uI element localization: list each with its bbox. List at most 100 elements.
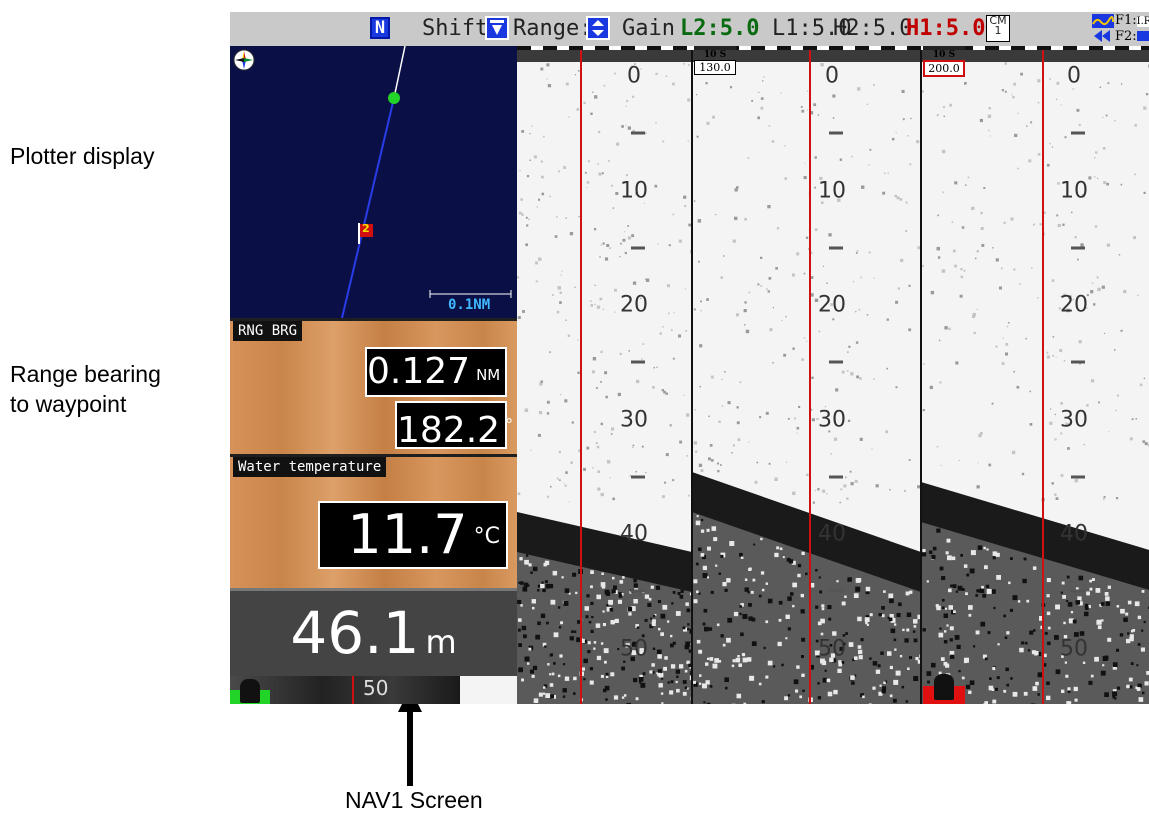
- depth-scale-tick: [631, 360, 645, 364]
- time-tag-interval: 10 S: [923, 46, 965, 60]
- plotter-map: [341, 46, 512, 318]
- depth-scale-tick: [1071, 360, 1085, 364]
- transducer-icon: [240, 679, 260, 703]
- range-bearing-panel: RNG BRG 0.127 NM 182.2 °: [230, 318, 517, 454]
- f2-key-icon: [1136, 31, 1149, 41]
- range-readout: 0.127 NM: [365, 347, 507, 397]
- echogram-image-3: [921, 46, 1149, 704]
- depth-unit: m: [425, 623, 457, 661]
- depth-scale-tick: [1071, 589, 1085, 593]
- range-line-3: [1042, 46, 1044, 704]
- waypoint-number: 2: [362, 222, 370, 235]
- arrow-shaft: [407, 706, 413, 786]
- depth-scale-label: 20: [620, 292, 648, 318]
- depth-scale-label: 10: [620, 178, 648, 203]
- f1-key-label: F1:: [1115, 13, 1137, 28]
- depth-scale-tick: [1071, 131, 1085, 135]
- echogram-column-1[interactable]: [517, 46, 692, 704]
- depth-scale-label: 10: [818, 178, 846, 203]
- column-divider-2: [920, 46, 922, 704]
- cm-mode-bottom: 1: [994, 24, 1002, 37]
- nav1-screen-annotation: NAV1 Screen: [345, 787, 483, 813]
- depth-scale-label: 30: [1060, 407, 1088, 432]
- depth-scale-tick: [829, 360, 843, 364]
- time-mark-strip: [517, 46, 1149, 50]
- north-up-icon[interactable]: N: [370, 17, 390, 39]
- f1-key[interactable]: F1:I.R: [1115, 13, 1149, 29]
- depth-scale-tick: [631, 246, 645, 249]
- depth-scale-tick: [829, 131, 843, 135]
- depth-scale-tick: [631, 589, 645, 593]
- depth-scale-label: 50: [1060, 636, 1088, 661]
- gain-h1-value: H1:5.0: [906, 16, 986, 41]
- gain-l2-value: L2:5.0: [680, 16, 760, 41]
- depth-scale-label: 50: [818, 636, 846, 661]
- plotter-scale-label: 0.1NM: [448, 297, 491, 313]
- gain-label: Gain: [622, 16, 675, 41]
- echogram-column-3[interactable]: [921, 46, 1149, 704]
- north-up-label: N: [374, 18, 386, 38]
- depth-scale-tick: [631, 131, 645, 135]
- status-bar: N Shift: Range: Gain L2:5.0 L1:5.0 H2:5.…: [230, 12, 1149, 46]
- range-label: Range:: [513, 16, 593, 41]
- nav-strip-marker-line: [352, 676, 354, 704]
- depth-readout: 46.1 m: [230, 588, 517, 676]
- depth-scale-label: 40: [818, 521, 846, 547]
- depth-value: 46.1: [290, 599, 420, 667]
- range-line-2: [809, 46, 811, 704]
- time-tag-value: 130.0: [694, 60, 736, 75]
- water-temperature-unit: °C: [473, 524, 500, 549]
- depth-scale-label: 10: [1060, 178, 1088, 203]
- depth-scale-tick: [1071, 246, 1085, 249]
- range-unit: NM: [476, 366, 501, 384]
- ship-position-icon: [388, 92, 400, 104]
- time-tag-value: 200.0: [923, 60, 965, 77]
- bearing-readout: 182.2 °: [395, 401, 513, 451]
- transducer-marker-cap: [934, 674, 954, 700]
- echogram-image-1: [517, 46, 692, 704]
- column-divider-1: [691, 46, 693, 704]
- depth-scale-label: 20: [818, 292, 846, 318]
- water-temperature-readout: 11.7 °C: [318, 501, 508, 569]
- nav-strip-depth-label: 50: [363, 676, 389, 700]
- depth-scale-label: 0: [825, 63, 839, 89]
- bearing-value: 182.2: [397, 410, 501, 451]
- plotter-display-annotation: Plotter display: [10, 143, 155, 169]
- echogram-image-2: [692, 46, 921, 704]
- depth-scale-label: 50: [620, 636, 648, 661]
- range-bearing-label: RNG BRG: [233, 321, 303, 341]
- plotter-display[interactable]: 2 0.1NM: [230, 46, 517, 318]
- water-temperature-value: 11.7: [347, 503, 468, 566]
- fishfinder-screen: N Shift: Range: Gain L2:5.0 L1:5.0 H2:5.…: [230, 12, 1149, 704]
- time-tag-1: 10 S 130.0: [694, 46, 736, 75]
- depth-scale-tick: [829, 589, 843, 593]
- waveform-icon: [1092, 14, 1114, 44]
- depth-scale-tick: [829, 246, 843, 249]
- depth-scale-label: 40: [1060, 521, 1088, 547]
- range-line-1: [580, 46, 582, 704]
- range-bearing-annotation-line1: Range bearing: [10, 361, 161, 387]
- shift-down-icon[interactable]: [485, 16, 509, 40]
- depth-scale-label: 20: [1060, 292, 1088, 318]
- f2-key-label: F2:: [1115, 29, 1137, 44]
- compass-rose-icon: [232, 48, 256, 77]
- water-temperature-panel: Water temperature 11.7 °C: [230, 454, 517, 588]
- range-bearing-annotation-line2: to waypoint: [10, 390, 127, 417]
- depth-scale-label: 0: [1067, 63, 1081, 89]
- echogram-column-2[interactable]: [692, 46, 921, 704]
- depth-scale-tick: [631, 475, 645, 478]
- f2-key[interactable]: F2:: [1115, 29, 1149, 44]
- range-updown-icon[interactable]: [586, 16, 610, 40]
- range-value: 0.127: [367, 351, 471, 392]
- depth-scale-label: 40: [620, 521, 648, 547]
- cm-mode-icon[interactable]: CM 1: [986, 15, 1010, 42]
- gain-h2-value: H2:5.0: [833, 16, 913, 41]
- time-tag-2: 10 S 200.0: [923, 46, 965, 77]
- water-temperature-label: Water temperature: [233, 457, 387, 477]
- time-tag-interval: 10 S: [694, 46, 736, 60]
- depth-scale-label: 30: [818, 407, 846, 432]
- function-keys: F1:I.R F2:: [1115, 13, 1149, 44]
- range-bearing-annotation: Range bearing to waypoint: [10, 360, 161, 420]
- depth-scale-label: 0: [627, 63, 641, 89]
- bearing-unit: °: [505, 415, 514, 434]
